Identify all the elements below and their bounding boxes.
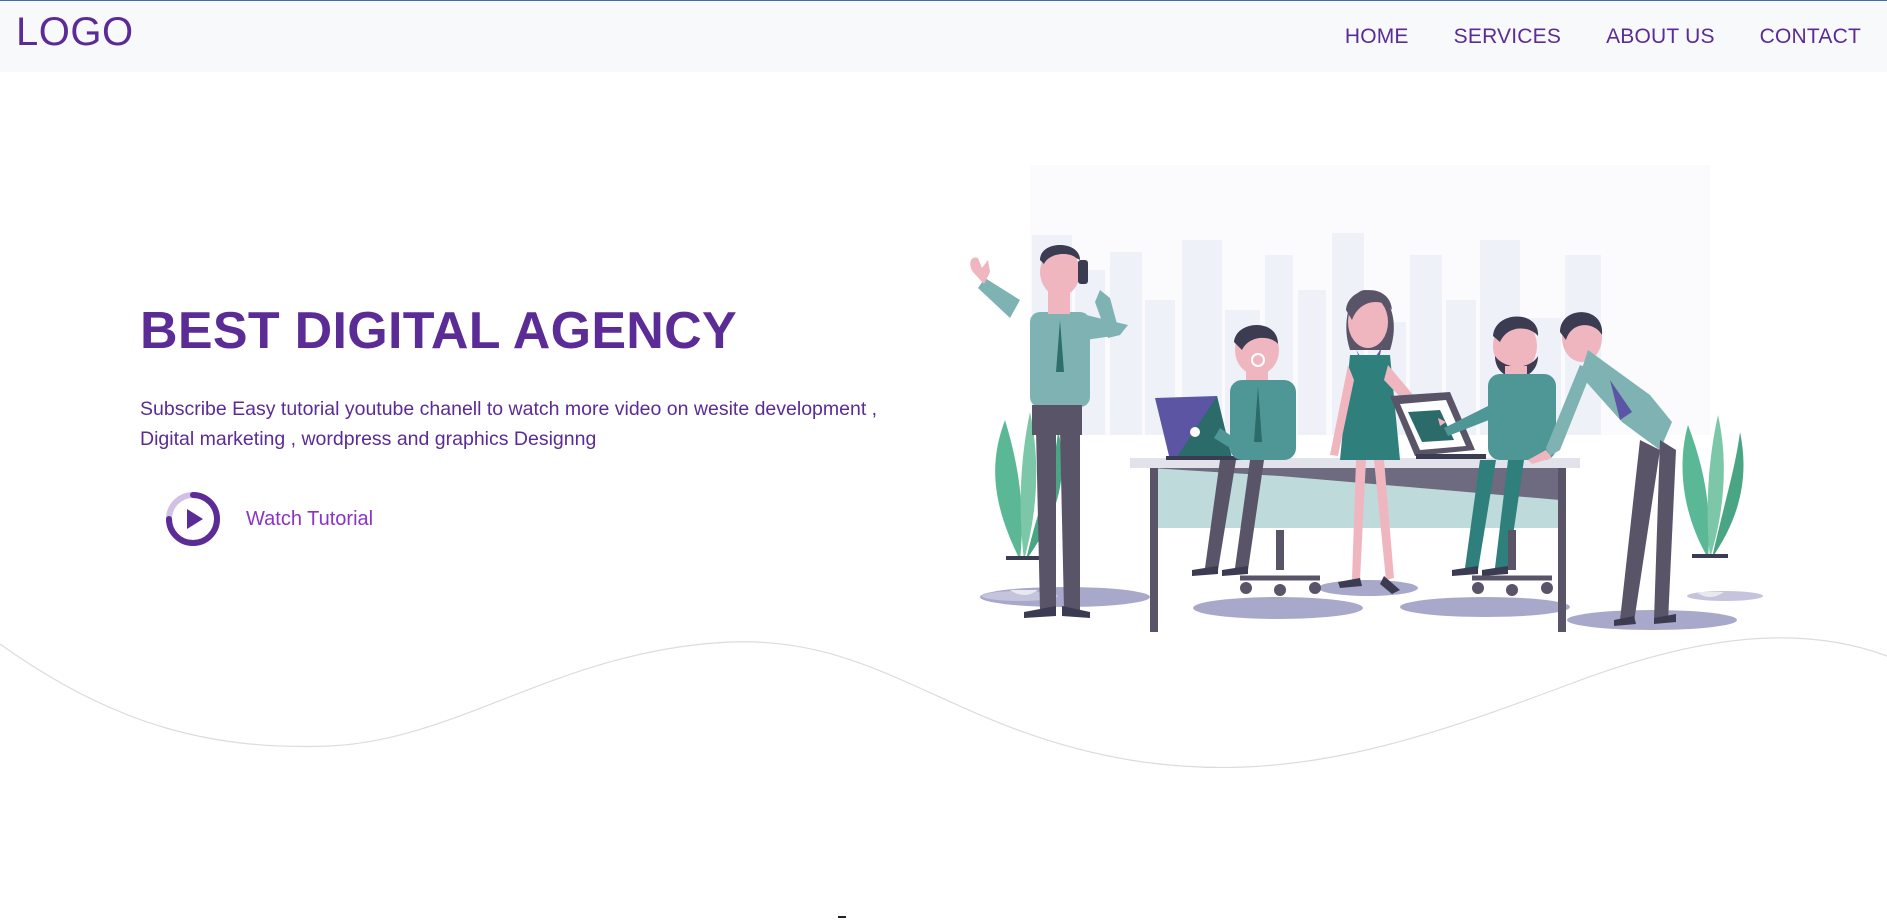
wave-divider: [0, 637, 1887, 769]
hero-text: BEST DIGITAL AGENCY Subscribe Easy tutor…: [140, 298, 940, 454]
nav-link-services[interactable]: SERVICES: [1454, 25, 1561, 49]
navbar: LOGO HOME SERVICES ABOUT US CONTACT: [0, 0, 1887, 72]
hero-subtitle: Subscribe Easy tutorial youtube chanell …: [140, 394, 930, 454]
watch-tutorial-label[interactable]: Watch Tutorial: [246, 508, 373, 531]
nav-link-contact[interactable]: CONTACT: [1760, 25, 1861, 49]
team-illustration: [970, 165, 1763, 632]
logo[interactable]: LOGO: [16, 10, 134, 55]
watch-tutorial-button[interactable]: Watch Tutorial: [164, 490, 373, 548]
landing-page: LOGO HOME SERVICES ABOUT US CONTACT BEST…: [0, 0, 1887, 921]
nav-links: HOME SERVICES ABOUT US CONTACT: [1300, 25, 1861, 49]
play-circle-icon[interactable]: [164, 490, 222, 548]
nav-link-about-us[interactable]: ABOUT US: [1606, 25, 1715, 49]
nav-link-home[interactable]: HOME: [1345, 25, 1409, 49]
hero-title: BEST DIGITAL AGENCY: [140, 302, 737, 360]
hero-subtitle-line-1: Subscribe Easy tutorial youtube chanell …: [140, 398, 878, 420]
hero-subtitle-line-2: Digital marketing , wordpress and graphi…: [140, 428, 597, 450]
divider-mark: [838, 916, 846, 918]
